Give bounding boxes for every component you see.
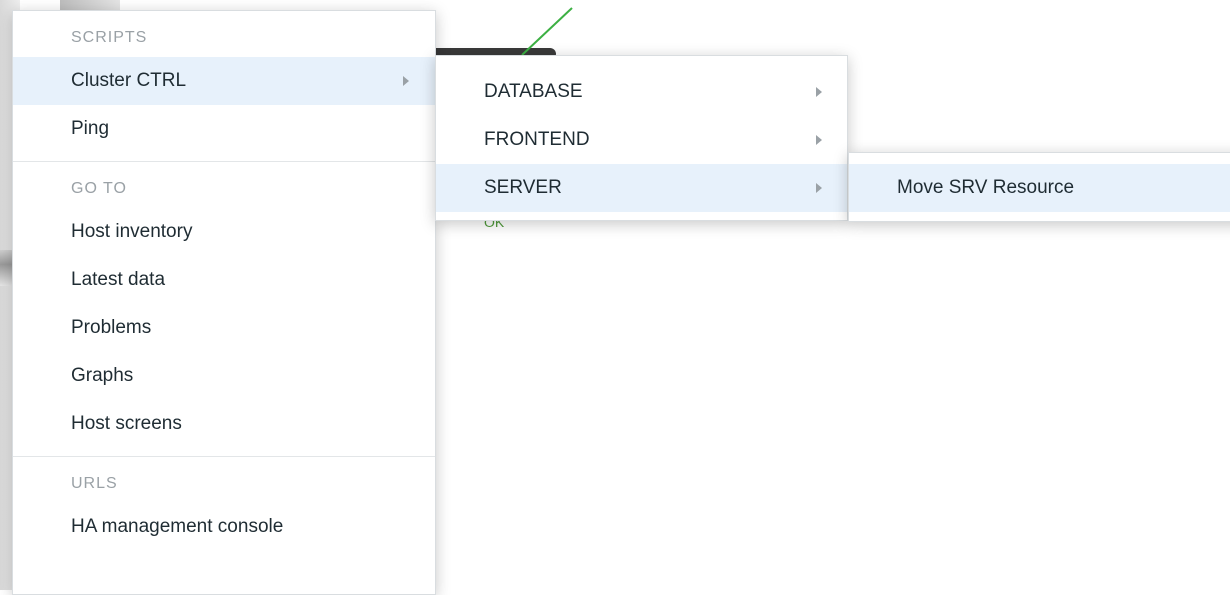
triangle-right-icon: [403, 76, 409, 86]
triangle-right-icon: [816, 135, 822, 145]
submenu-item-server[interactable]: SERVER: [436, 164, 847, 212]
menu-item-label: HA management console: [71, 516, 284, 537]
menu-item-label: Problems: [71, 317, 152, 338]
menu-item-label: Host screens: [71, 413, 182, 434]
menu-item-host-inventory[interactable]: Host inventory: [13, 208, 435, 256]
submenu-item-move-srv-resource[interactable]: Move SRV Resource: [849, 164, 1230, 212]
menu-item-graphs[interactable]: Graphs: [13, 352, 435, 400]
menu-item-label: Ping: [71, 118, 110, 139]
menu-item-label: Move SRV Resource: [897, 177, 1075, 198]
menu-divider: [13, 161, 435, 162]
submenu-item-frontend[interactable]: FRONTEND: [436, 116, 847, 164]
host-context-menu: SCRIPTS Cluster CTRL Ping GO TO Host inv…: [12, 10, 436, 595]
menu-item-label: Graphs: [71, 365, 134, 386]
menu-item-ha-management-console[interactable]: HA management console: [13, 503, 435, 551]
section-header-go-to: GO TO: [71, 180, 127, 197]
menu-item-problems[interactable]: Problems: [13, 304, 435, 352]
server-submenu: Move SRV Resource: [848, 152, 1230, 222]
menu-item-label: Host inventory: [71, 221, 193, 242]
menu-item-label: Latest data: [71, 269, 166, 290]
menu-item-latest-data[interactable]: Latest data: [13, 256, 435, 304]
section-header-urls: URLS: [71, 475, 118, 492]
menu-item-label: Cluster CTRL: [71, 70, 187, 91]
menu-item-host-screens[interactable]: Host screens: [13, 400, 435, 448]
menu-item-label: FRONTEND: [484, 129, 590, 150]
submenu-item-database[interactable]: DATABASE: [436, 68, 847, 116]
triangle-right-icon: [816, 87, 822, 97]
section-header-scripts: SCRIPTS: [71, 29, 148, 46]
menu-divider: [13, 456, 435, 457]
menu-item-cluster-ctrl[interactable]: Cluster CTRL: [13, 57, 435, 105]
triangle-right-icon: [816, 183, 822, 193]
menu-item-label: SERVER: [484, 177, 562, 198]
cluster-ctrl-submenu: DATABASE FRONTEND SERVER: [435, 55, 848, 221]
menu-item-label: DATABASE: [484, 81, 583, 102]
menu-item-ping[interactable]: Ping: [13, 105, 435, 153]
